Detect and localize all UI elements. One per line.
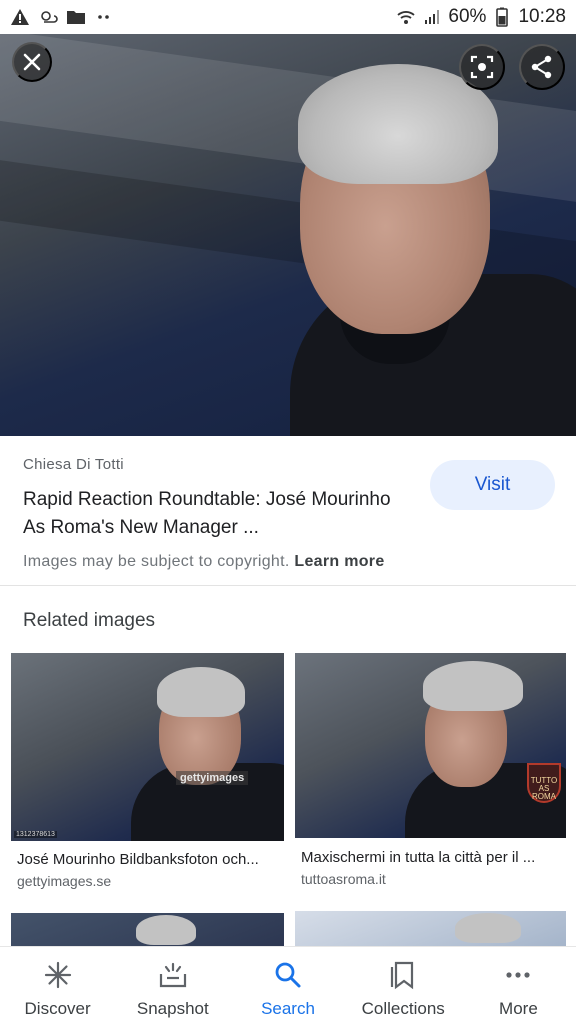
nav-discover[interactable]: Discover [0,947,115,1024]
related-image-thumbnail[interactable]: TUTTO AS ROMA [295,653,566,838]
result-info: Chiesa Di Totti Rapid Reaction Roundtabl… [0,436,576,586]
visit-button[interactable]: Visit [430,460,555,510]
nav-label: Collections [361,999,445,1018]
close-button[interactable] [12,42,52,82]
related-image-caption[interactable]: José Mourinho Bildbanksfoton och... [17,851,282,868]
bookmarks-icon [387,959,419,991]
dots-icon [98,15,109,19]
status-left [10,7,114,27]
related-image-thumbnail[interactable]: gettyimages 1312378613 [11,653,284,841]
lens-icon [470,55,494,79]
nav-label: Discover [24,999,91,1018]
nav-search[interactable]: Search [230,947,345,1024]
related-image-domain: tuttoasroma.it [301,871,386,887]
nav-more[interactable]: More [461,947,576,1024]
signal-icon [425,10,440,24]
status-bar: 60% 10:28 [0,0,576,34]
roma-logo: TUTTO AS ROMA [527,763,561,803]
lens-button[interactable] [459,44,505,90]
weather-icon [41,11,58,23]
image-id-label: 1312378613 [14,831,57,838]
close-icon [23,53,41,71]
nav-label: Search [261,999,315,1018]
battery-percent: 60% [448,6,487,27]
snapshot-icon [157,959,189,991]
thumb-figure-hair [423,661,523,711]
nav-label: Snapshot [136,999,209,1018]
copyright-notice: Images may be subject to copyright. Lear… [23,553,385,571]
source-name: Chiesa Di Totti [23,456,124,473]
share-icon [531,55,552,79]
asterisk-icon [42,959,74,991]
warning-icon [11,9,29,25]
nav-collections[interactable]: Collections [346,947,461,1024]
related-images-heading: Related images [23,610,156,631]
result-title[interactable]: Rapid Reaction Roundtable: José Mourinho… [23,486,403,542]
related-image-caption[interactable]: Maxischermi in tutta la città per il ... [301,849,564,866]
related-image-thumbnail-partial[interactable] [295,911,566,951]
thumb-figure-hair [136,915,196,945]
search-icon [272,959,304,991]
folder-icon [67,11,85,24]
clock: 10:28 [518,6,566,27]
battery-icon [496,7,509,27]
share-button[interactable] [519,44,565,90]
related-image-domain: gettyimages.se [17,873,112,889]
bottom-nav: Discover Snapshot Search Collections Mor… [0,946,576,1024]
nav-label: More [499,999,538,1018]
wifi-icon [397,11,416,24]
copyright-text: Images may be subject to copyright. [23,553,290,570]
more-dots-icon [502,959,534,991]
hero-image [0,34,576,436]
nav-snapshot[interactable]: Snapshot [115,947,230,1024]
watermark-text: gettyimages [176,771,249,785]
status-right: 60% 10:28 [396,6,566,28]
thumb-figure-hair [455,913,521,943]
learn-more-link[interactable]: Learn more [294,553,384,570]
thumb-figure-hair [157,667,245,717]
